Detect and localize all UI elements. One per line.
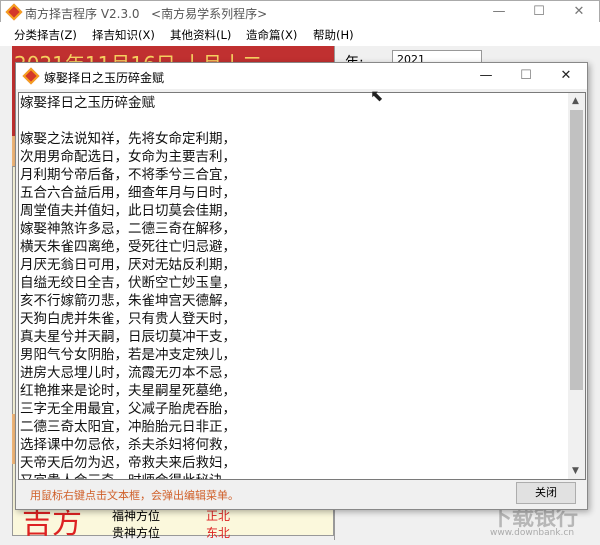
scroll-up-icon[interactable]: ▲ (572, 96, 579, 106)
content-text: 嫁娶择日之玉历碎金赋 嫁娶之法说知祥，先将女命定利期， 次用男命配选日，女命为主… (20, 95, 236, 479)
main-maximize-button[interactable]: ☐ (519, 1, 559, 23)
guishen-value: 东北 (206, 526, 231, 540)
app-logo-icon (5, 3, 23, 21)
main-window-title: 南方择吉程序 V2.3.0 <南方易学系列程序> (25, 7, 268, 21)
watermark-url: www.downbank.cn (490, 528, 575, 538)
scroll-down-icon[interactable]: ▼ (572, 466, 579, 476)
text-dialog: 嫁娶择日之玉历碎金赋 — ☐ ✕ 嫁娶择日之玉历碎金赋 嫁娶之法说知祥，先将女命… (15, 62, 588, 510)
menu-bar: 分类择吉(Z) 择吉知识(X) 其他资料(L) 造命篇(X) 帮助(H) (0, 22, 600, 46)
menu-knowledge[interactable]: 择吉知识(X) (92, 27, 155, 43)
dialog-minimize-button[interactable]: — (466, 65, 506, 87)
menu-classify[interactable]: 分类择吉(Z) (14, 27, 77, 43)
hint-text: 用鼠标右键点击文本框，会弹出编辑菜单。 (30, 489, 239, 502)
scrollbar-thumb[interactable] (570, 110, 583, 390)
menu-other[interactable]: 其他资料(L) (170, 27, 231, 43)
dialog-title: 嫁娶择日之玉历碎金赋 (44, 71, 165, 85)
menu-help[interactable]: 帮助(H) (313, 27, 354, 43)
close-button[interactable]: 关闭 (516, 482, 576, 504)
guishen-label: 贵神方位 (112, 526, 161, 540)
direction-heading: 吉方 (22, 508, 82, 538)
dialog-title-bar: 嫁娶择日之玉历碎金赋 — ☐ ✕ (16, 63, 587, 89)
dialog-close-x-button[interactable]: ✕ (546, 65, 586, 87)
menu-fate[interactable]: 造命篇(X) (246, 27, 297, 43)
dialog-logo-icon (22, 67, 40, 85)
mouse-cursor-icon: ⬉ (370, 86, 384, 105)
main-title-bar: 南方择吉程序 V2.3.0 <南方易学系列程序> — ☐ ✕ (0, 0, 600, 22)
dialog-maximize-button[interactable]: ☐ (506, 65, 546, 87)
content-textarea[interactable]: 嫁娶择日之玉历碎金赋 嫁娶之法说知祥，先将女命定利期， 次用男命配选日，女命为主… (18, 92, 586, 480)
main-minimize-button[interactable]: — (479, 1, 519, 23)
vertical-scrollbar[interactable]: ▲ ▼ (568, 93, 585, 479)
main-close-button[interactable]: ✕ (559, 1, 599, 23)
